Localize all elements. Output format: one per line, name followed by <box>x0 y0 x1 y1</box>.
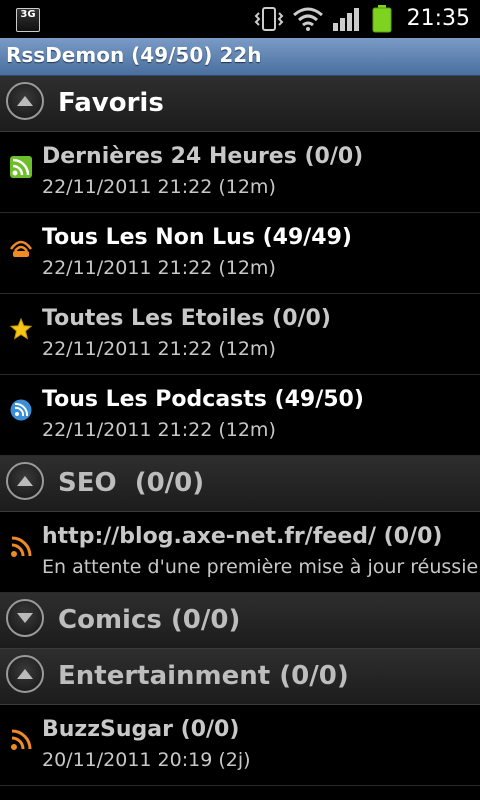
app-title-bar: RssDemon (49/50) 22h <box>0 38 480 76</box>
wifi-icon <box>293 7 323 31</box>
battery-icon <box>372 5 392 33</box>
feed-item-buzzsugar[interactable]: BuzzSugar (0/0) 20/11/2011 20:19 (2j) <box>0 705 480 786</box>
rss-square-icon <box>10 156 32 178</box>
group-header-entertainment[interactable]: Entertainment (0/0) <box>0 649 480 705</box>
group-header-seo[interactable]: SEO (0/0) <box>0 456 480 512</box>
feed-item-blog-axe-net[interactable]: http://blog.axe-net.fr/feed/ (0/0) En at… <box>0 512 480 593</box>
feed-item-tous-les-non-lus[interactable]: Tous Les Non Lus (49/49) 22/11/2011 21:2… <box>0 213 480 294</box>
feed-title: Tous Les Podcasts (49/50) <box>42 387 364 412</box>
feed-subtitle: 22/11/2011 21:22 (12m) <box>42 176 276 198</box>
feed-title: Dernières 24 Heures (0/0) <box>42 144 364 169</box>
signal-strength-icon <box>333 8 359 31</box>
group-label: Comics (0/0) <box>58 605 241 635</box>
feed-subtitle: 22/11/2011 21:22 (12m) <box>42 338 276 360</box>
app-title: RssDemon (49/50) 22h <box>6 43 262 67</box>
feed-item-tous-les-podcasts[interactable]: Tous Les Podcasts (49/50) 22/11/2011 21:… <box>0 375 480 456</box>
feed-title: BuzzSugar (0/0) <box>42 717 240 742</box>
feed-title: Tous Les Non Lus (49/49) <box>42 225 352 250</box>
network-3g-icon: 3G <box>16 8 40 32</box>
rss-icon <box>11 536 32 557</box>
expand-icon[interactable] <box>6 599 44 637</box>
group-label: SEO (0/0) <box>58 468 205 498</box>
collapse-icon[interactable] <box>6 82 44 120</box>
feed-subtitle: 22/11/2011 21:22 (12m) <box>42 419 276 441</box>
podcast-icon <box>10 399 32 421</box>
collapse-icon[interactable] <box>6 655 44 693</box>
feed-subtitle: En attente d'une première mise à jour ré… <box>42 556 479 578</box>
feed-item-dernieres-24-heures[interactable]: Dernières 24 Heures (0/0) 22/11/2011 21:… <box>0 132 480 213</box>
group-header-favoris[interactable]: Favoris <box>0 76 480 132</box>
feed-item-toutes-les-etoiles[interactable]: Toutes Les Etoiles (0/0) 22/11/2011 21:2… <box>0 294 480 375</box>
feed-list[interactable]: Favoris Dernières 24 Heures (0/0) 22/11/… <box>0 76 480 786</box>
feed-subtitle: 20/11/2011 20:19 (2j) <box>42 749 251 771</box>
rss-icon <box>11 729 32 750</box>
feed-title: http://blog.axe-net.fr/feed/ (0/0) <box>42 524 443 549</box>
group-label: Entertainment (0/0) <box>58 661 349 691</box>
feed-title: Toutes Les Etoiles (0/0) <box>42 306 331 331</box>
unread-feed-icon <box>10 240 32 257</box>
star-icon <box>10 318 32 340</box>
vibrate-icon <box>254 7 284 31</box>
feed-subtitle: 22/11/2011 21:22 (12m) <box>42 257 276 279</box>
collapse-icon[interactable] <box>6 462 44 500</box>
network-type-label: 3G <box>20 9 36 20</box>
clock: 21:35 <box>406 6 470 31</box>
group-label: Favoris <box>58 88 164 118</box>
status-bar: 3G 21:35 <box>0 0 480 38</box>
group-header-comics[interactable]: Comics (0/0) <box>0 593 480 649</box>
